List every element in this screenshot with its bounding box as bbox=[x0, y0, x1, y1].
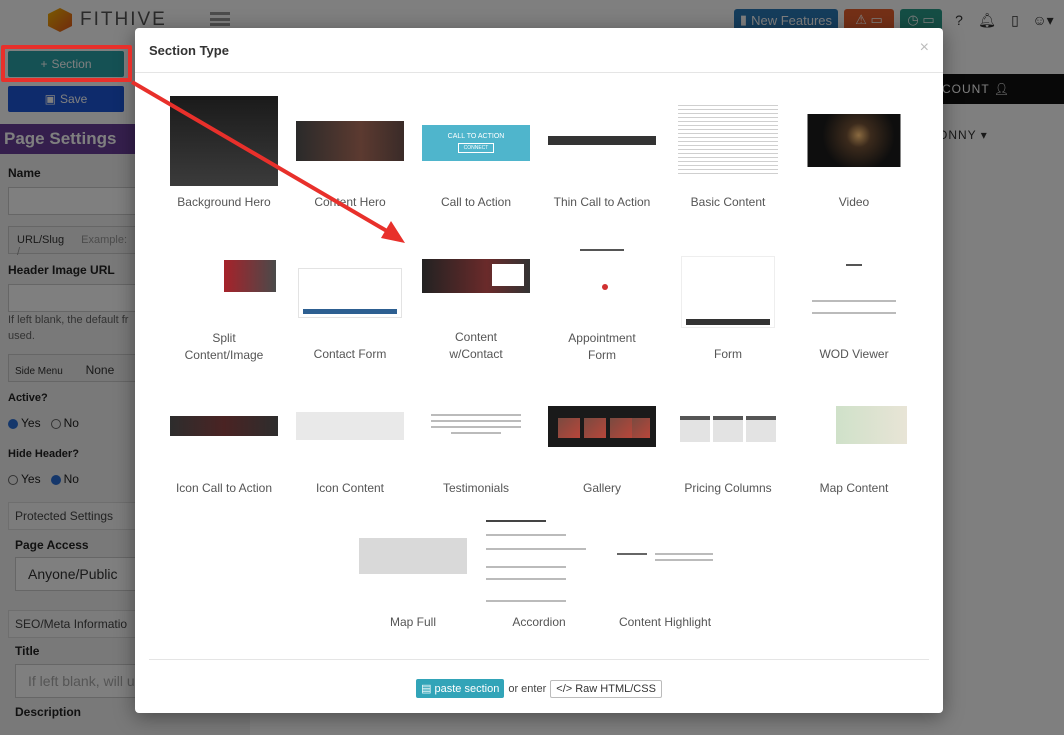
tile-label: Pricing Columns bbox=[684, 481, 772, 495]
content-highlight-thumbnail bbox=[615, 551, 715, 565]
tile-contact-form[interactable]: Contact Form bbox=[285, 246, 415, 374]
map-full-thumbnail bbox=[359, 538, 467, 574]
icon-content-thumbnail bbox=[296, 412, 404, 440]
annotation-highlight-box bbox=[1, 45, 132, 82]
or-enter-text: or enter bbox=[508, 682, 547, 695]
wod-viewer-thumbnail bbox=[802, 260, 906, 320]
modal-footer-divider bbox=[149, 659, 929, 660]
tile-form[interactable]: Form bbox=[663, 246, 793, 374]
tile-content-hero[interactable]: Content Hero bbox=[285, 88, 415, 218]
icon-cta-thumbnail bbox=[170, 416, 278, 436]
tile-label: Basic Content bbox=[690, 195, 766, 209]
tile-label: Content Hero bbox=[314, 195, 386, 209]
cta-thumbnail-text: CALL TO ACTION bbox=[447, 133, 505, 140]
tile-label: Content Highlight bbox=[618, 615, 712, 629]
tile-split-content-image[interactable]: Split Content/Image bbox=[159, 246, 289, 374]
code-icon: </> bbox=[556, 682, 576, 695]
tile-label: Icon Call to Action bbox=[175, 481, 273, 495]
tile-label: Video bbox=[838, 195, 870, 209]
clipboard-icon: ▤ bbox=[421, 683, 435, 695]
gallery-thumbnail bbox=[548, 406, 656, 447]
modal-title: Section Type bbox=[149, 43, 229, 58]
tile-label: Map Full bbox=[389, 615, 436, 629]
tile-label: Split Content/Image bbox=[184, 331, 264, 362]
background-hero-thumbnail bbox=[170, 96, 278, 186]
tile-label: Form bbox=[714, 347, 742, 361]
appointment-calendar-thumbnail bbox=[550, 246, 654, 316]
tile-icon-content[interactable]: Icon Content bbox=[285, 398, 415, 498]
tile-label: Contact Form bbox=[313, 347, 387, 361]
tile-label: WOD Viewer bbox=[819, 347, 889, 361]
raw-html-css-button[interactable]: </> Raw HTML/CSS bbox=[550, 679, 662, 698]
tile-label: Accordion bbox=[512, 615, 566, 629]
tile-label: Background Hero bbox=[177, 195, 271, 209]
tile-icon-call-to-action[interactable]: Icon Call to Action bbox=[159, 398, 289, 498]
testimonials-thumbnail bbox=[431, 412, 521, 440]
form-thumbnail bbox=[681, 256, 775, 328]
tile-map-full[interactable]: Map Full bbox=[348, 516, 478, 629]
modal-header-divider bbox=[135, 72, 943, 73]
tile-testimonials[interactable]: Testimonials bbox=[411, 398, 541, 498]
raw-html-css-label: Raw HTML/CSS bbox=[575, 682, 656, 695]
tile-label: Call to Action bbox=[440, 195, 512, 209]
accordion-thumbnail bbox=[484, 516, 594, 606]
tile-accordion[interactable]: Accordion bbox=[474, 516, 604, 629]
cta-thumbnail-button: CONNECT bbox=[457, 143, 495, 153]
map-content-thumbnail bbox=[801, 406, 907, 444]
tile-video[interactable]: Video bbox=[789, 88, 919, 218]
tile-label: Gallery bbox=[582, 481, 621, 495]
content-hero-thumbnail bbox=[296, 121, 404, 161]
tile-wod-viewer[interactable]: WOD Viewer bbox=[789, 246, 919, 374]
section-type-modal: Section Type × Background Hero Content H… bbox=[135, 28, 943, 713]
basic-content-thumbnail bbox=[678, 102, 778, 177]
tile-background-hero[interactable]: Background Hero bbox=[159, 88, 289, 218]
call-to-action-thumbnail: CALL TO ACTION CONNECT bbox=[422, 125, 530, 161]
tile-content-with-contact[interactable]: Content w/Contact bbox=[411, 245, 541, 373]
tile-map-content[interactable]: Map Content bbox=[789, 398, 919, 498]
tile-basic-content[interactable]: Basic Content bbox=[663, 88, 793, 218]
paste-section-label: paste section bbox=[434, 683, 500, 695]
tile-label: Appointment Form bbox=[568, 331, 636, 362]
tile-label: Icon Content bbox=[315, 481, 385, 495]
split-content-thumbnail bbox=[172, 260, 276, 292]
tile-label: Content w/Contact bbox=[449, 330, 503, 361]
tile-content-highlight[interactable]: Content Highlight bbox=[600, 516, 730, 629]
contact-form-thumbnail bbox=[298, 268, 402, 318]
video-thumbnail bbox=[807, 114, 901, 167]
tile-gallery[interactable]: Gallery bbox=[537, 398, 667, 498]
thin-cta-thumbnail bbox=[548, 136, 656, 145]
tile-appointment-form[interactable]: Appointment Form bbox=[537, 246, 667, 374]
content-contact-thumbnail bbox=[422, 259, 530, 293]
modal-footer: ▤ paste section or enter </> Raw HTML/CS… bbox=[135, 679, 943, 698]
paste-section-button[interactable]: ▤ paste section bbox=[416, 679, 505, 698]
pricing-columns-thumbnail bbox=[678, 410, 778, 444]
tile-label: Testimonials bbox=[442, 481, 510, 495]
close-icon[interactable]: × bbox=[920, 39, 929, 57]
tile-label: Thin Call to Action bbox=[553, 195, 651, 209]
tile-thin-call-to-action[interactable]: Thin Call to Action bbox=[537, 88, 667, 218]
tile-label: Map Content bbox=[819, 481, 889, 495]
tile-call-to-action[interactable]: CALL TO ACTION CONNECT Call to Action bbox=[411, 88, 541, 218]
tile-pricing-columns[interactable]: Pricing Columns bbox=[663, 398, 793, 498]
